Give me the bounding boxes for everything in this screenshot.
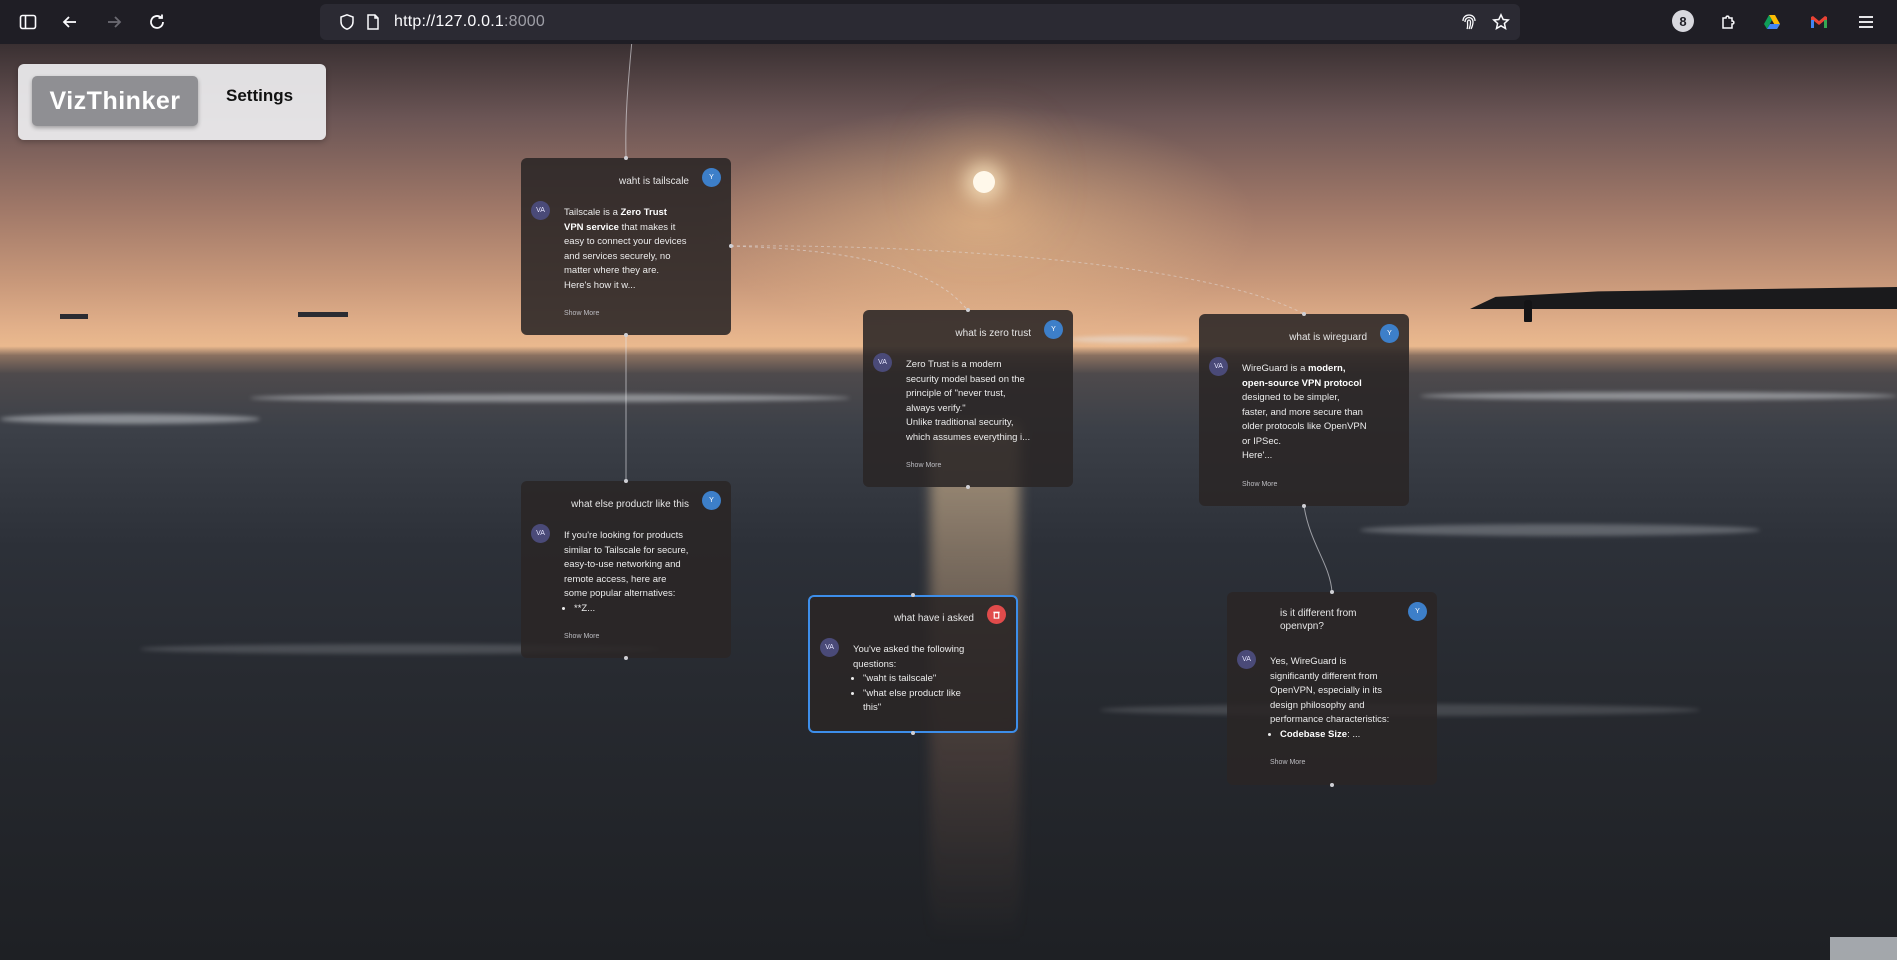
user-avatar: Y: [702, 168, 721, 187]
chat-card[interactable]: is it different from openvpn? Y VA Yes, …: [1227, 592, 1437, 785]
shield-icon[interactable]: [338, 13, 356, 31]
settings-button[interactable]: Settings: [226, 86, 293, 106]
bookmark-star-icon[interactable]: [1492, 13, 1510, 31]
corner-patch: [1830, 937, 1897, 960]
logo-button[interactable]: VizThinker: [32, 76, 198, 126]
connection-handle[interactable]: [911, 593, 915, 597]
card-question: what else productr like this: [571, 499, 689, 510]
extensions-puzzle-icon[interactable]: [1714, 8, 1742, 36]
google-drive-icon[interactable]: [1758, 8, 1786, 36]
extension-badge-icon[interactable]: 8: [1672, 10, 1694, 32]
card-question: what have i asked: [893, 613, 974, 624]
distant-ship: [298, 312, 348, 317]
assistant-avatar: VA: [531, 201, 550, 220]
card-answer: Zero Trust is a modern security model ba…: [906, 359, 1031, 443]
back-icon[interactable]: [56, 8, 84, 36]
connection-handle[interactable]: [911, 731, 915, 735]
wave: [1360, 524, 1760, 536]
canvas-area[interactable]: VizThinker Settings waht is tailscale Y …: [0, 44, 1897, 960]
show-more-link[interactable]: Show More: [564, 310, 599, 317]
wave: [0, 414, 260, 424]
card-answer: Tailscale is a Zero Trust VPN service th…: [564, 207, 687, 291]
show-more-link[interactable]: Show More: [1270, 759, 1305, 766]
fingerprint-icon[interactable]: [1460, 13, 1478, 31]
card-answer: Yes, WireGuard is significantly differen…: [1270, 655, 1395, 742]
swimmer: [1524, 300, 1532, 322]
connection-handle[interactable]: [624, 156, 628, 160]
assistant-avatar: VA: [1237, 650, 1256, 669]
chat-card[interactable]: waht is tailscale Y VA Tailscale is a Ze…: [521, 158, 731, 335]
user-avatar: Y: [1380, 324, 1399, 343]
assistant-avatar: VA: [873, 353, 892, 372]
show-more-link[interactable]: Show More: [906, 462, 941, 469]
user-avatar: Y: [1408, 602, 1427, 621]
chat-card[interactable]: what is zero trust Y VA Zero Trust is a …: [863, 310, 1073, 487]
sky-glow: [700, 104, 1260, 344]
sun: [973, 171, 995, 193]
connection-handle[interactable]: [1330, 783, 1334, 787]
answer-list-item: "what else productr like this": [863, 687, 978, 716]
card-question: what is wireguard: [1289, 332, 1367, 343]
show-more-link[interactable]: Show More: [564, 633, 599, 640]
assistant-avatar: VA: [531, 524, 550, 543]
card-answer: WireGuard is a modern, open-source VPN p…: [1242, 363, 1367, 461]
assistant-avatar: VA: [1209, 357, 1228, 376]
delete-icon[interactable]: [987, 605, 1006, 624]
sidebar-toggle-icon[interactable]: [14, 8, 42, 36]
chat-card[interactable]: what else productr like this Y VA If you…: [521, 481, 731, 658]
card-answer: If you're looking for products similar t…: [564, 529, 689, 616]
connection-handle[interactable]: [624, 479, 628, 483]
distant-ship: [60, 314, 88, 319]
jetty: [1470, 287, 1897, 309]
app-header: VizThinker Settings: [18, 64, 326, 140]
user-avatar: Y: [702, 491, 721, 510]
card-question: what is zero trust: [955, 328, 1031, 339]
answer-list-item: Codebase Size: ...: [1280, 728, 1395, 743]
forward-icon[interactable]: [100, 8, 128, 36]
connection-handle[interactable]: [624, 333, 628, 337]
chat-card[interactable]: what is wireguard Y VA WireGuard is a mo…: [1199, 314, 1409, 506]
browser-toolbar: http://127.0.0.1:8000 8: [0, 0, 1897, 44]
connection-handle[interactable]: [1302, 312, 1306, 316]
connection-handle[interactable]: [729, 244, 733, 248]
assistant-avatar: VA: [820, 638, 839, 657]
answer-list-item: "waht is tailscale": [863, 672, 978, 687]
wave: [1420, 392, 1897, 400]
reload-icon[interactable]: [143, 8, 171, 36]
wave: [1070, 336, 1190, 343]
page-icon[interactable]: [364, 13, 382, 31]
answer-list-item: **Z...: [574, 602, 689, 617]
address-bar[interactable]: http://127.0.0.1:8000: [320, 4, 1520, 40]
url-text[interactable]: http://127.0.0.1:8000: [394, 13, 545, 31]
connection-handle[interactable]: [1302, 504, 1306, 508]
connection-handle[interactable]: [624, 656, 628, 660]
wave: [250, 394, 850, 402]
chat-card-selected[interactable]: what have i asked VA You've asked the fo…: [808, 595, 1018, 733]
gmail-icon[interactable]: [1805, 8, 1833, 36]
connection-handle[interactable]: [966, 308, 970, 312]
card-answer: You've asked the following questions:"wa…: [853, 643, 978, 716]
user-avatar: Y: [1044, 320, 1063, 339]
connection-handle[interactable]: [966, 485, 970, 489]
connection-handle[interactable]: [1330, 590, 1334, 594]
card-question: waht is tailscale: [618, 176, 689, 187]
menu-hamburger-icon[interactable]: [1852, 8, 1880, 36]
card-question: is it different from openvpn?: [1280, 608, 1357, 632]
show-more-link[interactable]: Show More: [1242, 481, 1277, 488]
